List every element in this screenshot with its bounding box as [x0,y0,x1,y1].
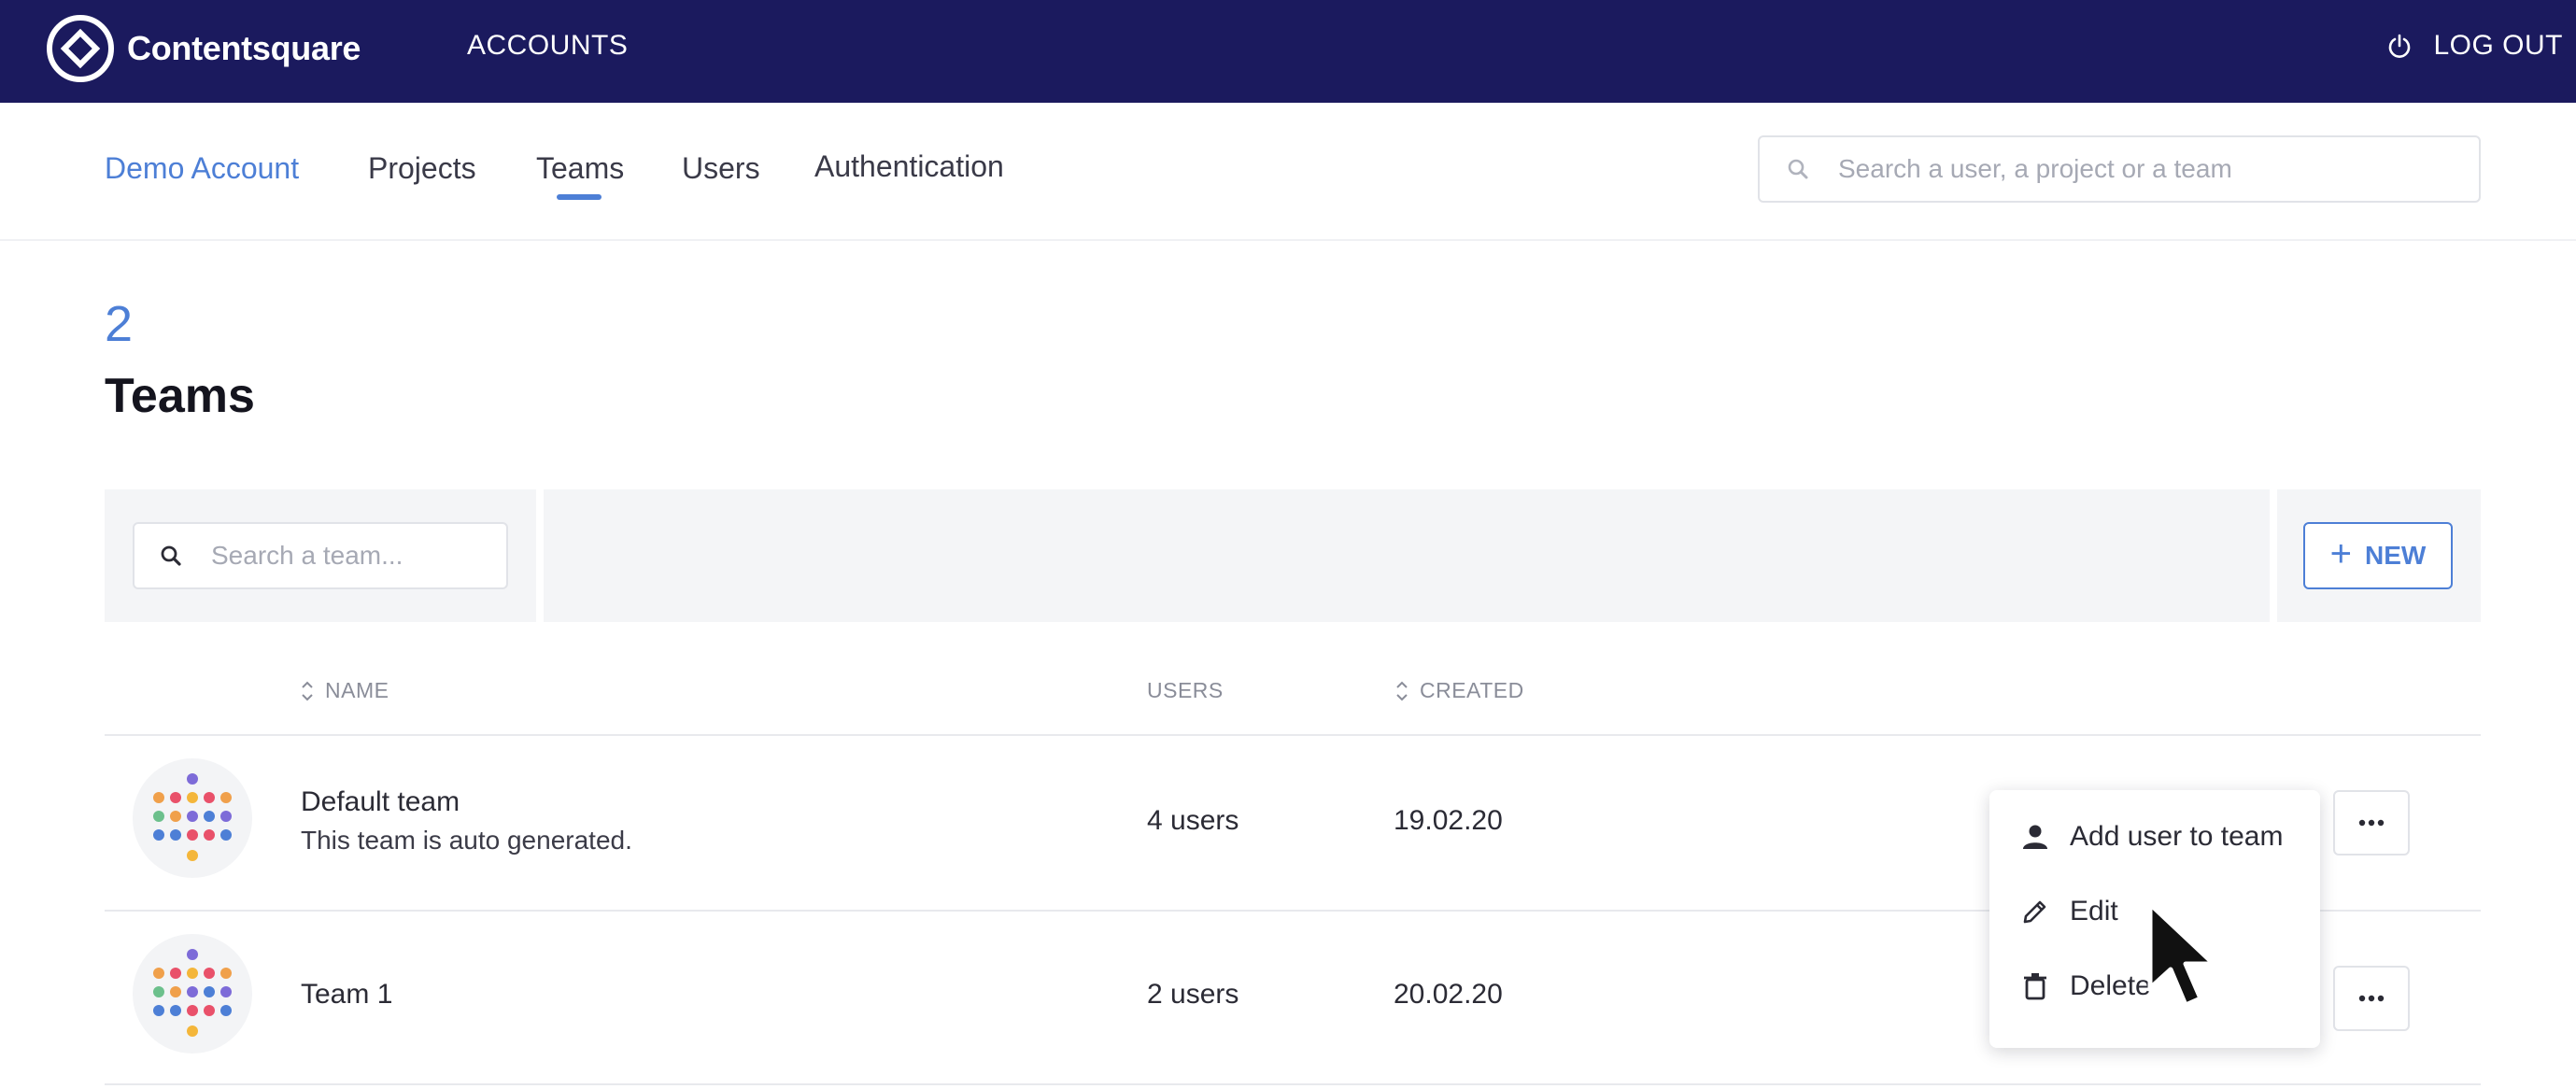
row-actions-button[interactable] [2333,790,2410,856]
toolbar-search-panel [105,489,536,622]
logout-button[interactable]: LOG OUT [2386,30,2563,62]
sub-navigation: Demo Account Projects Teams Users Authen… [0,103,2576,241]
active-tab-indicator [557,194,602,200]
search-icon [161,545,181,566]
team-search-box [133,522,508,589]
global-search-input[interactable] [1838,154,2473,184]
top-bar: Contentsquare ACCOUNTS LOG OUT [0,0,2576,103]
global-search-box [1758,135,2481,203]
more-horizontal-icon [2358,819,2385,827]
new-button-label: NEW [2365,541,2427,570]
team-search-input[interactable] [211,541,491,571]
team-avatar [133,934,252,1054]
nav-tab-users[interactable]: Users [682,151,760,186]
pencil-icon [2023,900,2046,924]
more-horizontal-icon [2358,995,2385,1002]
table-divider [105,1083,2481,1085]
menu-item-label: Delete [2070,970,2151,1001]
sort-icon [302,681,313,700]
nav-tab-teams[interactable]: Teams [536,151,624,186]
page-title: Teams [105,369,255,423]
menu-item-add-user[interactable]: Add user to team [1989,799,2320,874]
accounts-link[interactable]: ACCOUNTS [467,30,628,62]
column-header-users: USERS [1147,678,1224,703]
brand-logo[interactable]: Contentsquare [45,13,361,84]
nav-tab-projects[interactable]: Projects [368,151,476,186]
menu-item-label: Add user to team [2070,821,2284,852]
team-name[interactable]: Default team [301,786,460,818]
table-divider [105,734,2481,736]
menu-item-label: Edit [2070,896,2118,926]
toolbar-middle-panel [544,489,2270,622]
search-icon [1788,159,1808,179]
nav-tab-authentication[interactable]: Authentication [814,149,1004,184]
team-users-count: 4 users [1147,805,1239,836]
team-created-date: 20.02.20 [1394,979,1503,1010]
contentsquare-logo-icon [47,15,114,82]
column-header-users-label: USERS [1147,678,1224,702]
person-icon [2023,825,2047,849]
mouse-cursor-icon [2147,901,2216,1008]
teams-count: 2 [105,296,134,352]
row-actions-button[interactable] [2333,966,2410,1031]
trash-icon [2024,973,2046,1000]
team-avatar [133,758,252,878]
column-header-created-label: CREATED [1420,678,1524,702]
team-name[interactable]: Team 1 [301,979,392,1011]
brand-name: Contentsquare [127,29,361,67]
column-header-name-label: NAME [325,678,389,702]
nav-account-name[interactable]: Demo Account [105,151,299,186]
dots-avatar-icon [153,949,232,1037]
column-header-name[interactable]: NAME [299,678,389,703]
plus-icon: + [2329,533,2353,574]
power-icon [2389,34,2411,58]
toolbar-action-panel: + NEW [2277,489,2481,622]
logout-label: LOG OUT [2433,30,2563,61]
new-team-button[interactable]: + NEW [2303,522,2453,589]
team-users-count: 2 users [1147,979,1239,1010]
dots-avatar-icon [153,773,232,861]
sort-icon [1396,681,1408,700]
team-description: This team is auto generated. [301,826,632,855]
team-created-date: 19.02.20 [1394,805,1503,836]
column-header-created[interactable]: CREATED [1394,678,1524,703]
